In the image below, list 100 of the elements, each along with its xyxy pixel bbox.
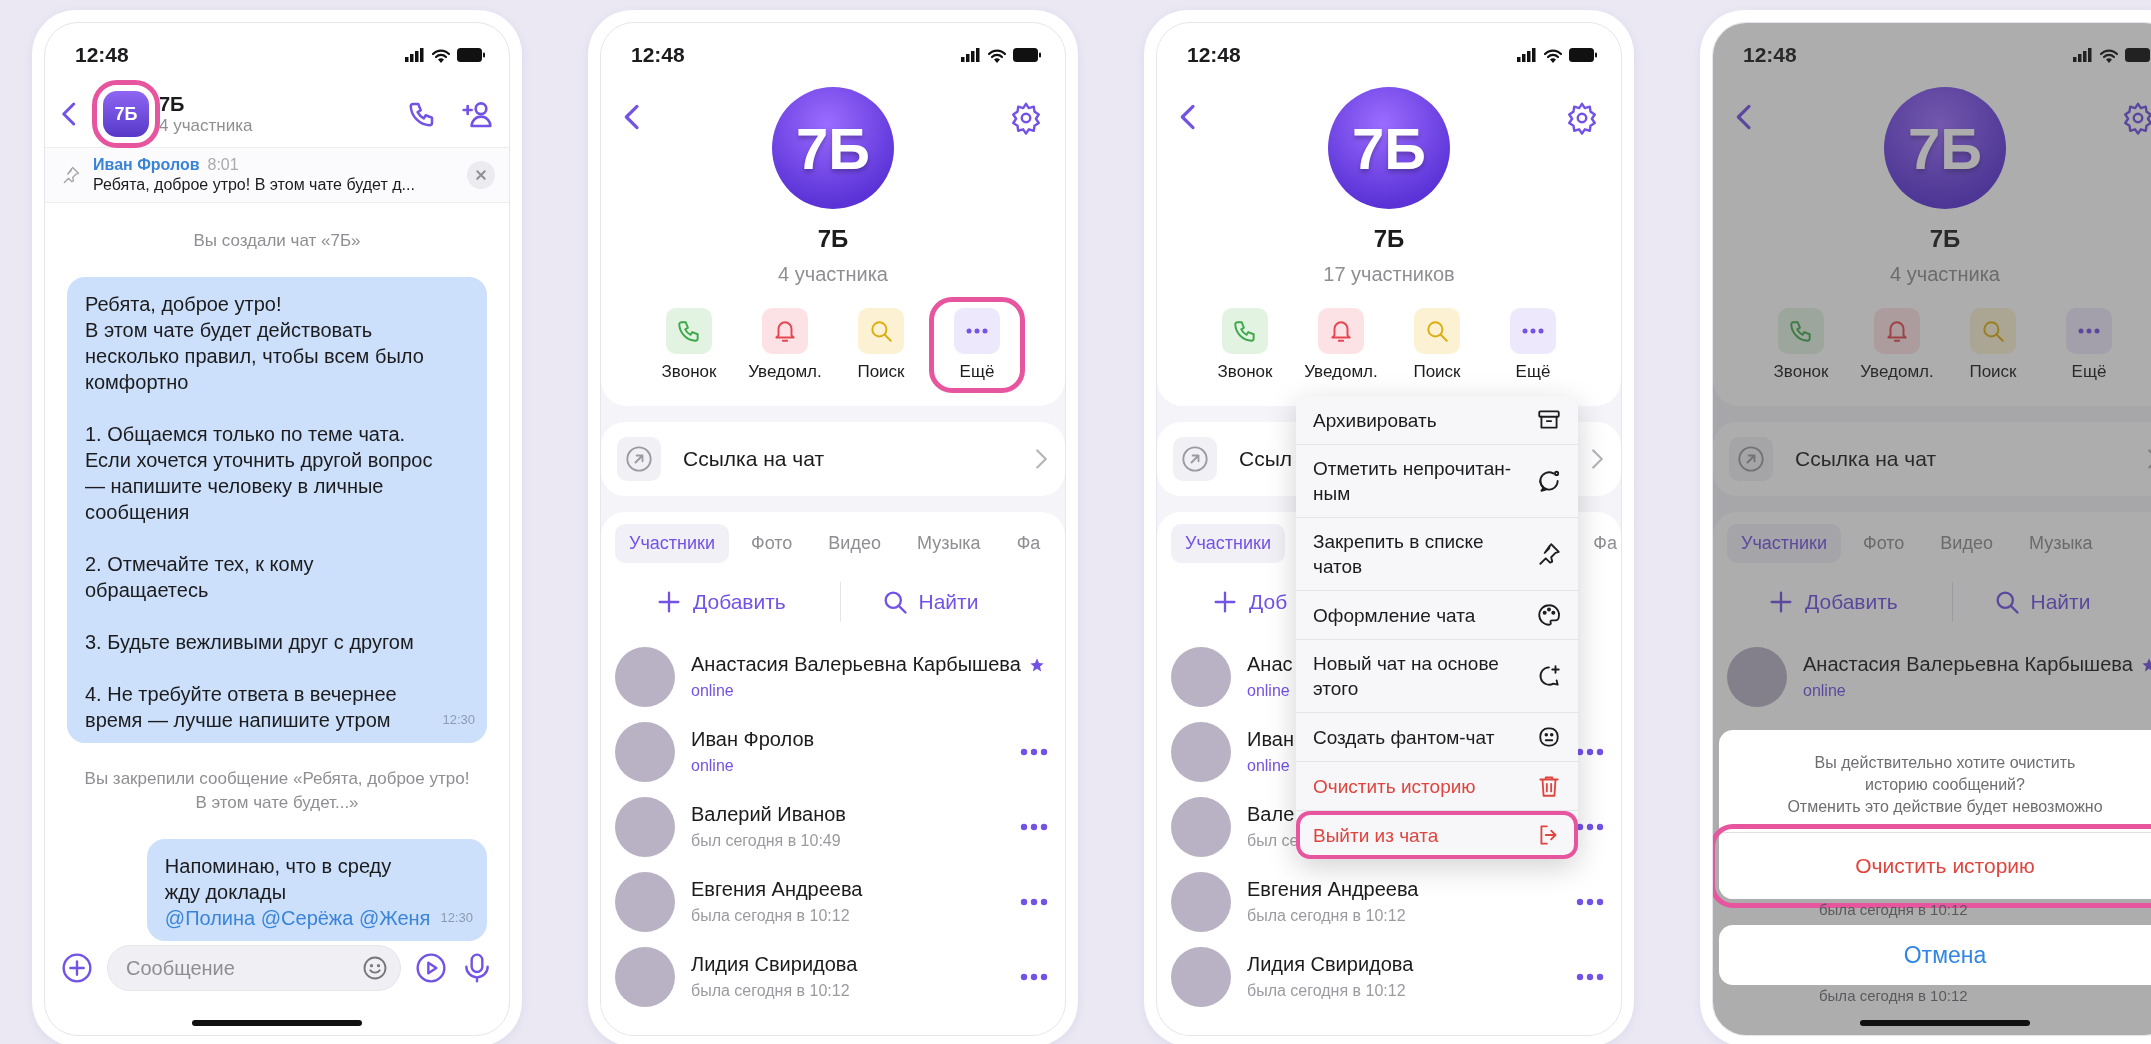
service-message: Вы создали чат «7Б»: [192, 230, 362, 252]
member-status: online: [691, 757, 734, 775]
close-button[interactable]: [467, 161, 495, 189]
bell-icon: [1328, 318, 1354, 344]
status-time: 12:48: [75, 43, 129, 67]
message-text: Напоминаю, что в среду жду доклады: [164, 854, 393, 905]
wifi-icon: [2099, 47, 2119, 63]
smile-icon: [361, 954, 389, 982]
arrow-circle-icon: [1737, 445, 1765, 473]
menu-item[interactable]: Новый чат на основе этого: [1296, 640, 1578, 713]
action-button[interactable]: Поиск: [1954, 306, 2032, 384]
palette-icon: [1536, 602, 1562, 628]
member-count: 4 участника: [778, 263, 888, 286]
find-button[interactable]: Найти: [1952, 588, 2151, 616]
menu-item[interactable]: Отметить непрочитан-ным: [1296, 445, 1578, 518]
tab[interactable]: Фа: [1579, 524, 1621, 563]
action-button[interactable]: Ещё: [2050, 306, 2128, 384]
add-button[interactable]: Добавить: [615, 588, 840, 616]
more-button[interactable]: [1575, 971, 1605, 982]
settings-button[interactable]: [2121, 101, 2151, 135]
action-button[interactable]: Звонок: [1762, 306, 1840, 384]
action-button[interactable]: Поиск: [1398, 306, 1476, 384]
tab[interactable]: Участники: [1171, 524, 1285, 563]
more-button[interactable]: [1019, 746, 1049, 757]
member-name[interactable]: Лидия Свиридова: [1247, 953, 1414, 976]
bell-icon: [1884, 318, 1910, 344]
member-name[interactable]: Евгения Андреева: [691, 878, 863, 901]
member-name[interactable]: Лидия Свиридова: [691, 953, 858, 976]
wifi-icon: [987, 47, 1007, 63]
message-text: Ребята, доброе утро! В этом чате будет действовать несколько правил, чтобы всем было комфортно 1. Общаемся только по теме чата. Если хочется уточнить другой вопрос — напишите человеку в личные сообщения 2. Отмечайте тех, к кому обращаетесь 3. Будьте вежливыми друг с другом 4. Не требуйте ответа в вечернее время — лучше напишите утром: [85, 292, 433, 733]
add-button[interactable]: Добавить: [1727, 588, 1952, 616]
arrow-circle-icon: [1181, 445, 1209, 473]
tab[interactable]: Фото: [737, 524, 807, 563]
member-name[interactable]: Иван: [1247, 728, 1294, 751]
bell-icon: [772, 318, 798, 344]
chat-link-row[interactable]: Ссылка на чат: [601, 422, 1065, 496]
battery-icon: [2125, 48, 2151, 62]
member-status: была сегодня в 10:12: [1247, 907, 1406, 925]
pinned-author: Иван Фролов: [93, 156, 200, 174]
chat-title: 7Б: [1929, 225, 1961, 253]
battery-icon: [1569, 48, 1597, 62]
battery-icon: [457, 48, 485, 62]
member-name[interactable]: Евгения Андреева: [1247, 878, 1419, 901]
member-status: была сегодня в 10:12: [691, 982, 850, 1000]
action-button[interactable]: Ещё: [1494, 306, 1572, 384]
tab[interactable]: Видео: [814, 524, 895, 563]
action-button[interactable]: Уведомл.: [1302, 306, 1380, 384]
cancel-button[interactable]: Отмена: [1719, 925, 2151, 985]
tab[interactable]: Фа: [1002, 524, 1055, 563]
member-name[interactable]: Валерий Иванов: [691, 803, 846, 826]
tab[interactable]: Участники: [615, 524, 729, 563]
message-time: 12:30: [442, 711, 475, 729]
trash-icon: [1536, 773, 1562, 799]
play-button[interactable]: [415, 952, 447, 984]
more-button[interactable]: [1575, 821, 1605, 832]
chat-bubble-icon: [1536, 468, 1562, 494]
more-icon: [1522, 328, 1544, 334]
menu-item[interactable]: Очистить историю: [1296, 762, 1578, 811]
more-button[interactable]: [1019, 896, 1049, 907]
member-name[interactable]: Вале: [1247, 803, 1295, 826]
find-button[interactable]: Найти: [840, 588, 1065, 616]
member-name[interactable]: Иван Фролов: [691, 728, 815, 751]
more-button[interactable]: [1575, 896, 1605, 907]
member-status: online: [691, 682, 734, 700]
member-name[interactable]: Анастасия Валерьевна Карбышева: [691, 653, 1021, 676]
action-button[interactable]: Уведомл.: [1858, 306, 1936, 384]
tab[interactable]: Музыка: [902, 524, 995, 563]
member-count: 4 участника: [1890, 263, 2000, 286]
menu-item[interactable]: Создать фантом-чат: [1296, 713, 1578, 762]
face-icon: [1536, 724, 1562, 750]
menu-item[interactable]: Выйти из чата: [1296, 811, 1578, 859]
status-time: 12:48: [631, 43, 685, 67]
status-time: 12:48: [1187, 43, 1241, 67]
search-icon: [868, 318, 894, 344]
member-status: online: [1247, 682, 1290, 700]
menu-item[interactable]: Оформление чата: [1296, 591, 1578, 640]
member-name[interactable]: Анастасия Валерьевна Карбышева: [1803, 653, 2133, 676]
action-button[interactable]: Звонок: [650, 306, 728, 384]
action-button[interactable]: Звонок: [1206, 306, 1284, 384]
member-count: 17 участников: [1323, 263, 1455, 286]
pin-icon: [61, 165, 81, 185]
more-button[interactable]: [1019, 971, 1049, 982]
more-button[interactable]: [1575, 746, 1605, 757]
message-field[interactable]: Сообщение: [107, 945, 401, 991]
menu-item[interactable]: Архивировать: [1296, 396, 1578, 445]
member-name[interactable]: Анас: [1247, 653, 1293, 676]
action-button[interactable]: Уведомл.: [746, 306, 824, 384]
chat-link-row[interactable]: Ссылка на чат: [1713, 422, 2151, 496]
action-button[interactable]: Ещё: [938, 306, 1016, 384]
battery-icon: [1013, 48, 1041, 62]
member-status: была сегодня в 10:12: [1818, 986, 1969, 1006]
more-button[interactable]: [1019, 821, 1049, 832]
action-button[interactable]: Поиск: [842, 306, 920, 384]
menu-item[interactable]: Закрепить в списке чатов: [1296, 518, 1578, 591]
service-message: Вы закрепили сообщение «Ребята, доброе утро! В этом чате будет...»: [83, 768, 471, 814]
signal-icon: [405, 48, 425, 62]
chat-title: 7Б: [817, 225, 849, 253]
plus-circle-icon: [61, 952, 93, 984]
wifi-icon: [1543, 47, 1563, 63]
attach-button[interactable]: [61, 952, 93, 984]
